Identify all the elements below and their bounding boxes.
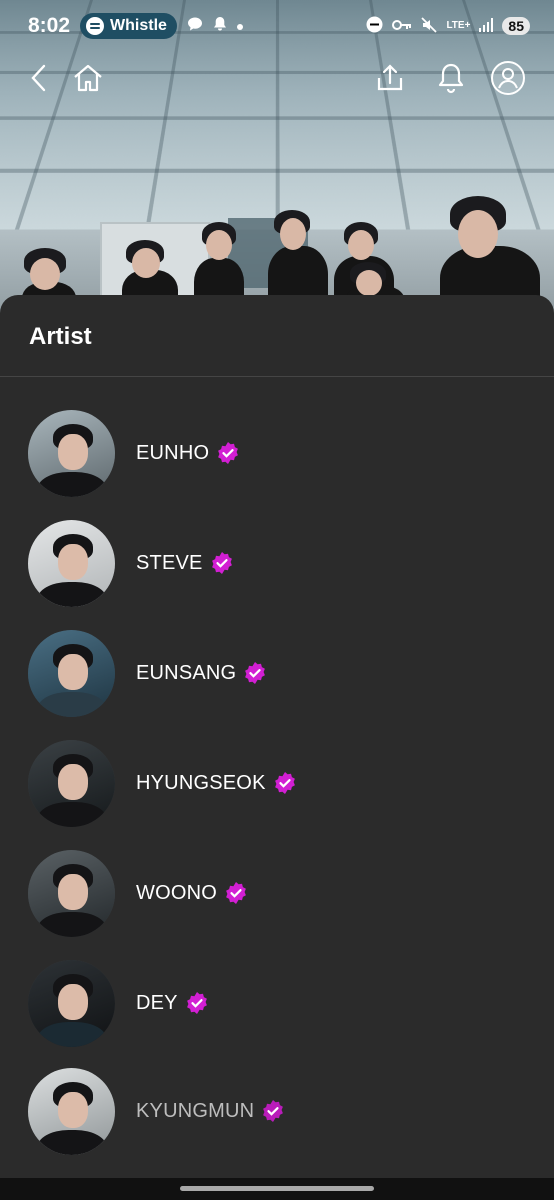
home-indicator[interactable]	[180, 1186, 374, 1191]
artist-name: DEY	[136, 991, 178, 1014]
avatar	[28, 739, 115, 827]
verified-badge-icon	[261, 1099, 285, 1123]
profile-icon	[490, 60, 526, 101]
avatar	[28, 959, 115, 1047]
top-navigation	[0, 56, 554, 106]
divider	[0, 376, 554, 377]
member-face	[356, 270, 382, 296]
sheet-title: Artist	[29, 323, 92, 350]
status-bar: 8:02 Whistle LTE+ 85	[0, 0, 554, 52]
member-face	[280, 218, 306, 250]
artist-item-eunsang[interactable]: EUNSANG	[28, 629, 528, 717]
signal-icon	[479, 17, 494, 35]
spotify-icon	[86, 17, 105, 35]
avatar	[28, 519, 115, 607]
artist-item-dey[interactable]: DEY	[28, 959, 528, 1047]
home-button[interactable]	[70, 62, 106, 98]
media-pill[interactable]: Whistle	[80, 13, 177, 39]
artist-name: KYUNGMUN	[136, 1099, 255, 1122]
avatar	[28, 849, 115, 937]
artist-item-hyungseok[interactable]: HYUNGSEOK	[28, 739, 528, 827]
share-button[interactable]	[372, 62, 408, 98]
lte-label: LTE+	[446, 20, 471, 31]
battery-level: 85	[502, 17, 530, 35]
key-icon	[392, 18, 412, 34]
share-icon	[375, 63, 405, 98]
artist-name: HYUNGSEOK	[136, 771, 266, 794]
avatar	[28, 409, 115, 497]
verified-badge-icon	[273, 771, 297, 795]
artist-name: EUNSANG	[136, 661, 237, 684]
verified-badge-icon	[243, 661, 267, 685]
artist-item-woono[interactable]: WOONO	[28, 849, 528, 937]
artist-sheet: Artist EUNHO STEVE EUNSANG HYUNGSEOK WOO…	[0, 295, 554, 1200]
home-icon	[72, 63, 104, 98]
verified-badge-icon	[224, 881, 248, 905]
verified-badge-icon	[210, 551, 234, 575]
do-not-disturb-icon	[366, 16, 383, 36]
dot-icon	[236, 17, 243, 35]
profile-button[interactable]	[490, 60, 526, 101]
notification-bell-icon	[213, 16, 227, 37]
artist-item-steve[interactable]: STEVE	[28, 519, 528, 607]
member-face	[132, 248, 160, 278]
media-pill-label: Whistle	[110, 17, 167, 34]
artist-item-kyungmun[interactable]: KYUNGMUN	[28, 1067, 528, 1155]
message-icon	[187, 16, 203, 37]
verified-badge-icon	[216, 441, 240, 465]
artist-item-eunho[interactable]: EUNHO	[28, 409, 528, 497]
artist-name: EUNHO	[136, 441, 210, 464]
verified-badge-icon	[185, 991, 209, 1015]
mute-icon	[421, 16, 438, 36]
avatar	[28, 629, 115, 717]
member-face	[206, 230, 232, 260]
chevron-left-icon	[29, 64, 47, 97]
member-face	[348, 230, 374, 260]
avatar	[28, 1067, 115, 1155]
member-face	[458, 210, 498, 258]
artist-name: WOONO	[136, 881, 217, 904]
artist-name: STEVE	[136, 551, 203, 574]
status-time: 8:02	[28, 14, 71, 37]
member-face	[30, 258, 60, 290]
notifications-button[interactable]	[433, 62, 469, 98]
back-button[interactable]	[20, 62, 56, 98]
bell-icon	[437, 62, 465, 99]
